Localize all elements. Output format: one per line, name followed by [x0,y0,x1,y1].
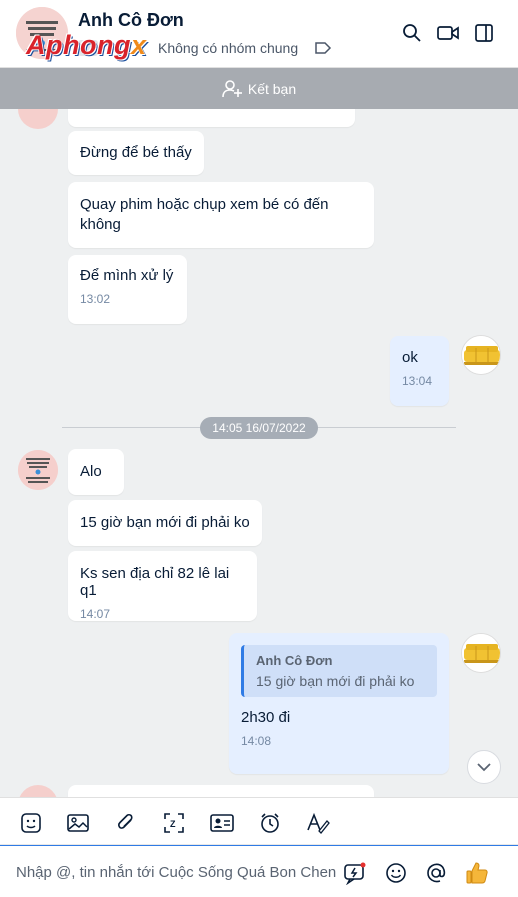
message-time: 13:04 [402,374,433,388]
message-bubble[interactable]: 15 giờ bạn mới đi phải ko [68,500,262,546]
my-reply-bubble[interactable]: Anh Cô Đơn 15 giờ bạn mới đi phải ko 2h3… [229,633,449,774]
mention-icon[interactable] [424,861,448,885]
composer-toolbar: Z [0,797,518,845]
search-icon[interactable] [401,22,423,44]
message-text: 2h30 đi [241,709,291,726]
message-time: 14:07 [80,607,111,621]
svg-text:Z: Z [170,819,176,829]
quick-message-icon[interactable] [343,861,367,885]
my-avatar[interactable] [461,633,501,673]
message-composer [0,845,518,897]
thumbs-up-icon[interactable] [465,861,489,885]
message-text: Alo [80,463,102,480]
message-text: ok [402,349,418,366]
scroll-to-bottom-button[interactable] [467,750,501,784]
add-friend-bar[interactable]: Kết bạn [0,68,518,109]
emoji-icon[interactable] [384,861,408,885]
message-bubble-cut[interactable] [68,785,374,797]
quoted-message[interactable]: Anh Cô Đơn 15 giờ bạn mới đi phải ko [241,645,437,697]
date-divider: 14:05 16/07/2022 [200,417,318,439]
message-text: 15 giờ bạn mới đi phải ko [80,514,250,531]
chat-header: Anh Cô Đơn Không có nhóm chung Aphongx [0,0,518,68]
message-time: 13:02 [80,292,111,306]
message-input[interactable] [16,860,336,884]
watermark-logo: Aphongx [26,30,147,60]
message-bubble[interactable]: Ks sen địa chỉ 82 lê lai q1 14:07 [68,551,257,621]
contact-avatar-small [18,109,58,129]
contact-avatar-small[interactable] [18,450,58,490]
message-text: Ks sen địa chỉ 82 lê lai q1 [80,565,230,599]
screenshot-icon[interactable]: Z [162,811,186,835]
contact-avatar-small [18,785,58,797]
message-list[interactable]: Đừng để bé thấy Quay phim hoặc chụp xem … [0,109,518,797]
message-bubble-cut[interactable] [68,109,355,127]
message-text: Để mình xử lý [80,267,174,284]
message-text: Đừng để bé thấy [80,144,192,161]
add-friend-icon [222,79,242,98]
message-bubble[interactable]: Để mình xử lý 13:02 [68,255,187,324]
chevron-down-icon [477,763,491,772]
contact-card-icon[interactable] [210,811,234,835]
quoted-sender: Anh Cô Đơn [256,653,333,668]
message-text: Quay phim hoặc chụp xem bé có đến không [80,196,329,233]
message-bubble[interactable]: Đừng để bé thấy [68,131,204,175]
attachment-icon[interactable] [114,811,138,835]
tag-icon[interactable] [314,41,332,55]
message-bubble[interactable]: Quay phim hoặc chụp xem bé có đến không [68,182,374,248]
image-icon[interactable] [66,811,90,835]
sidebar-toggle-icon[interactable] [473,22,495,44]
quoted-text: 15 giờ bạn mới đi phải ko [256,673,415,689]
add-friend-label: Kết bạn [247,80,297,97]
video-call-icon[interactable] [437,22,459,44]
contact-name[interactable]: Anh Cô Đơn [78,10,184,31]
common-groups-text: Không có nhóm chung [158,40,299,56]
reminder-clock-icon[interactable] [258,811,282,835]
my-avatar[interactable] [461,335,501,375]
message-time: 14:08 [241,734,272,748]
sticker-icon[interactable] [19,811,43,835]
text-format-icon[interactable] [306,811,330,835]
my-message-bubble[interactable]: ok 13:04 [390,336,449,406]
message-bubble[interactable]: Alo [68,449,124,495]
